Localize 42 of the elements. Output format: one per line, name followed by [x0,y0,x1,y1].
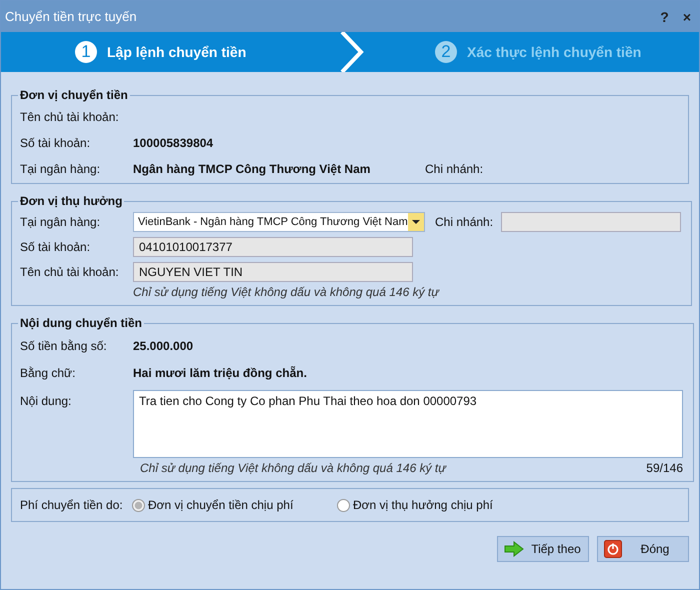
field-label: Số tài khoản: [20,240,92,254]
fee-radio[interactable]: Đơn vị thụ hưởng chịu phí [337,498,542,512]
field-label: Tên chủ tài khoản: [20,265,120,279]
group-title: Đơn vị chuyển tiền [19,88,129,102]
window-title: Chuyển tiền trực tuyến [5,9,137,24]
field-label: Tại ngân hàng: [20,162,102,176]
field-label: Số tài khoản: [20,136,92,150]
field-label: Phí chuyển tiền do: [20,498,124,512]
step-number: 1 [75,41,97,63]
bank-name: Ngân hàng TMCP Công Thương Việt Nam [133,162,372,176]
group-title: Đơn vị thụ hưởng [19,194,124,208]
close-dialog-button[interactable]: Đóng [597,536,689,562]
field-label: Tên chủ tài khoản: [20,110,120,124]
step-number: 2 [435,41,457,63]
branch-field[interactable] [501,212,681,232]
field-label: Nội dung: [20,393,72,410]
field-label: Số tiền bằng số: [20,338,108,352]
help-button[interactable]: ? [656,8,673,24]
account-field[interactable]: 04101010017377 [133,237,413,257]
hint-text: Chỉ sử dụng tiếng Việt không dấu và không quá 146 ký tự [140,461,446,475]
fee-radio[interactable]: Đơn vị chuyển tiền chịu phí [132,498,337,512]
account-number: 100005839804 [133,136,214,150]
next-button[interactable]: Tiếp theo [497,536,589,562]
step-label: Xác thực lệnh chuyển tiền [467,44,642,60]
memo-field[interactable]: Tra tien cho Cong ty Co phan Phu Thai theo hoa don 00000793 [133,390,683,458]
step-label: Lập lệnh chuyển tiền [107,44,246,60]
hint-text: Chỉ sử dụng tiếng Việt không dấu và không quá 146 ký tự [133,285,440,299]
character-counter: 59/146 [646,461,683,475]
field-label: Chi nhánh: [425,162,484,176]
caret-icon [408,213,424,231]
bank-dropdown[interactable]: VietinBank - Ngân hàng TMCP Công Thương Việt Nam [133,212,425,232]
group-title: Nội dung chuyển tiền [19,316,143,330]
field-label: Bằng chữ: [20,366,76,380]
close-button[interactable]: × [678,8,695,24]
name-field[interactable]: NGUYEN VIET TIN [133,262,413,282]
chevron-icon [339,32,365,72]
amount-value: 25.000.000 [133,338,194,352]
field-label: Chi nhánh: [435,215,494,229]
arrow-icon [504,541,524,557]
power-icon [604,540,622,558]
amount-in-words: Hai mươi lăm triệu đồng chẵn. [133,366,307,380]
field-label: Tại ngân hàng: [20,215,102,229]
